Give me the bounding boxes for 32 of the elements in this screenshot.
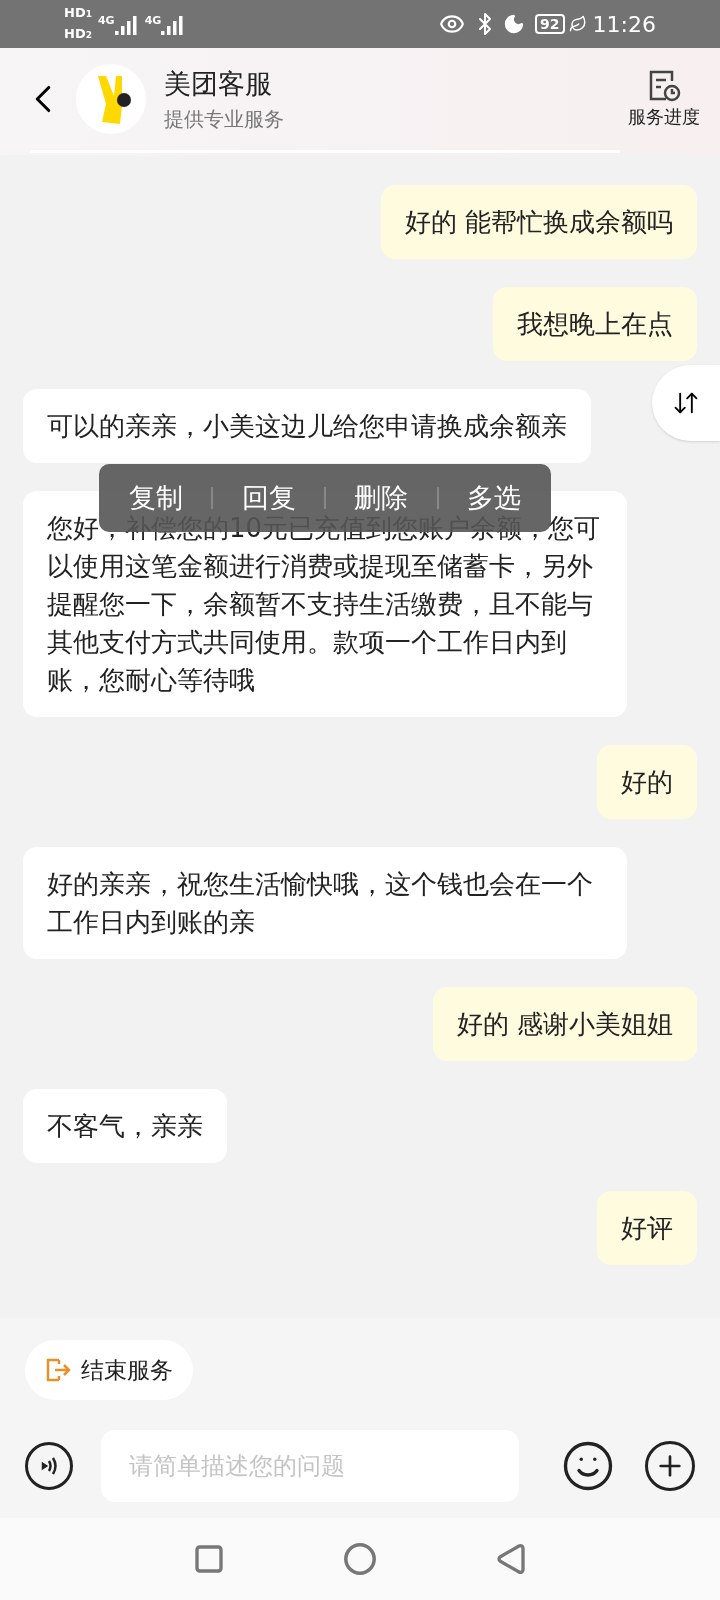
emoji-button[interactable] (561, 1439, 615, 1493)
add-button[interactable] (645, 1441, 695, 1491)
home-button[interactable] (343, 1542, 377, 1576)
sent-message: 好的 (597, 745, 697, 819)
received-message: 好的亲亲，祝您生活愉快哦，这个钱也会在一个工作日内到账的亲 (23, 847, 627, 959)
battery-indicator: 92 (535, 14, 565, 34)
clock: 11:26 (592, 10, 656, 39)
signal-icon (161, 13, 186, 35)
chat-title: 美团客服 (164, 66, 273, 101)
message-input[interactable]: 请简单描述您的问题 (101, 1430, 519, 1502)
network-label: 4G (144, 13, 162, 29)
avatar (76, 64, 146, 134)
sent-message: 好的 感谢小美姐姐 (432, 987, 697, 1061)
voice-button[interactable] (25, 1442, 73, 1490)
network-label: 4G (97, 13, 115, 29)
signal-icon (114, 13, 139, 35)
sim-label: HD2 (64, 25, 92, 43)
sim-label: HD1 (64, 4, 92, 22)
chat-subtitle: 提供专业服务 (164, 106, 284, 134)
recent-apps-button[interactable] (193, 1543, 225, 1575)
back-nav-button[interactable] (495, 1543, 527, 1575)
scroll-toggle-button[interactable] (652, 365, 720, 441)
sent-message: 好的 能帮忙换成余额吗 (380, 185, 697, 259)
sent-message: 好评 (597, 1191, 697, 1265)
exit-icon (45, 1357, 71, 1383)
sent-message: 我想晚上在点 (493, 287, 697, 361)
end-service-button[interactable]: 结束服务 (25, 1340, 193, 1400)
moon-icon (503, 13, 526, 35)
leaf-icon (568, 15, 587, 33)
received-message: 不客气，亲亲 (23, 1089, 227, 1163)
service-progress-button[interactable]: 服务进度 (628, 68, 700, 130)
received-message: 可以的亲亲，小美这边儿给您申请换成余额亲 (23, 389, 591, 463)
